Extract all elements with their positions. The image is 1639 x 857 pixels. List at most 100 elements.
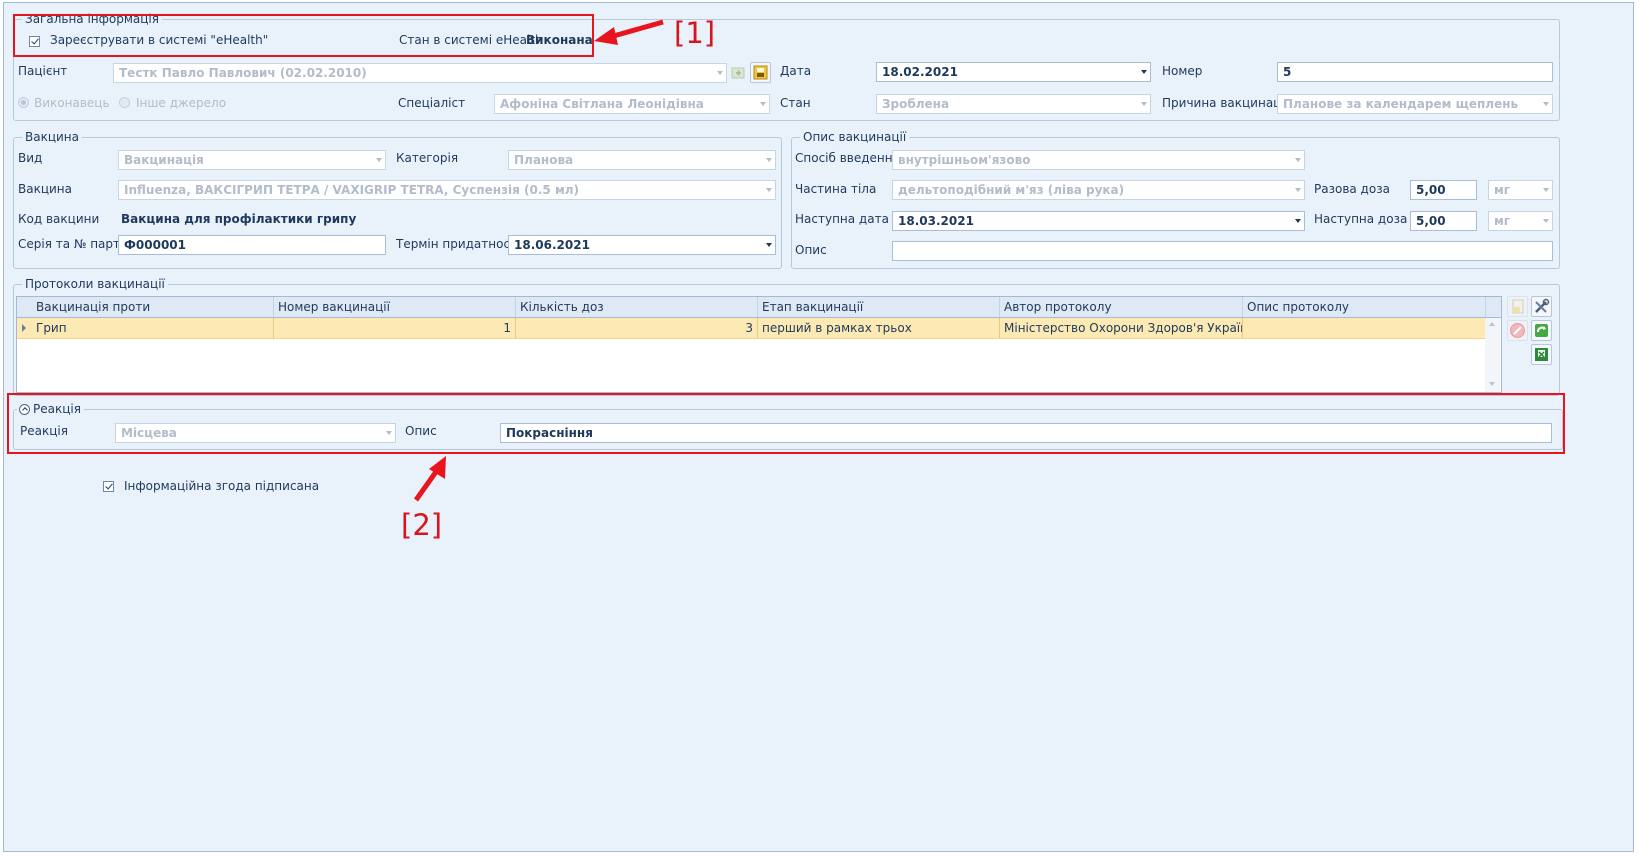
chevron-down-icon: [1543, 188, 1549, 192]
annotation-box-2: [7, 393, 1565, 454]
body-part-label: Частина тіла: [795, 182, 877, 196]
chevron-down-icon: [766, 158, 772, 162]
delete-icon: [1510, 323, 1525, 338]
date-field[interactable]: 18.02.2021: [876, 62, 1151, 82]
state-value: Зроблена: [882, 97, 950, 111]
chevron-down-icon: [1543, 102, 1549, 106]
chevron-down-icon: [1141, 70, 1147, 74]
vaccine-legend: Вакцина: [22, 130, 82, 144]
series-value: Ф000001: [124, 238, 186, 252]
annotation-arrow-1-icon: [594, 19, 664, 45]
export-sheet-icon: [1535, 348, 1548, 361]
single-dose-field[interactable]: 5,00: [1410, 180, 1477, 200]
route-value: внутрішньом'язово: [898, 153, 1031, 167]
protocol-export-button[interactable]: [1531, 344, 1552, 365]
next-dose-field[interactable]: 5,00: [1410, 211, 1477, 231]
number-label: Номер: [1162, 64, 1203, 78]
informed-consent-checkbox[interactable]: [103, 481, 114, 492]
grid-vertical-scrollbar[interactable]: [1485, 318, 1500, 392]
route-field[interactable]: внутрішньом'язово: [892, 150, 1305, 170]
column-header-vaccination-stage[interactable]: Етап вакцинації: [758, 297, 1000, 317]
protocol-refresh-button[interactable]: [1531, 320, 1552, 341]
column-header-protocol-author[interactable]: Автор протоколу: [1000, 297, 1243, 317]
state-label: Стан: [780, 96, 811, 110]
vaccination-description-legend: Опис вакцинації: [800, 130, 910, 144]
vaccine-field[interactable]: Influenza, ВАКСІГРИП ТЕТРА / VAXIGRIP TE…: [118, 180, 776, 200]
patient-label: Пацієнт: [18, 64, 68, 78]
kind-value: Вакцинація: [124, 153, 204, 167]
description-label: Опис: [795, 243, 827, 257]
column-header-protocol-description[interactable]: Опис протоколу: [1243, 297, 1486, 317]
cell-vaccination-stage: перший в рамках трьох: [758, 318, 1000, 338]
other-source-radio[interactable]: [119, 97, 130, 108]
protocols-grid-header: Вакцинація проти Номер вакцинації Кількі…: [17, 297, 1501, 318]
vaccine-code-label: Код вакцини: [18, 212, 100, 226]
reason-label: Причина вакцинації: [1162, 96, 1289, 110]
next-dose-label: Наступна доза: [1314, 212, 1408, 226]
protocol-new-button[interactable]: [1507, 296, 1528, 317]
number-value: 5: [1283, 65, 1292, 79]
chevron-down-icon: [766, 188, 772, 192]
specialist-field[interactable]: Афоніна Світлана Леонідівна: [494, 94, 770, 114]
performer-radio[interactable]: [18, 97, 29, 108]
table-row[interactable]: Грип 1 3 перший в рамках трьох Міністерс…: [17, 318, 1486, 339]
category-field[interactable]: Планова: [508, 150, 776, 170]
cell-dose-count: 3: [516, 318, 758, 338]
number-field[interactable]: 5: [1277, 62, 1553, 82]
single-dose-unit-value: мг: [1494, 183, 1511, 197]
chevron-down-icon: [1543, 219, 1549, 223]
column-header-vaccination-against[interactable]: Вакцинація проти: [32, 297, 274, 317]
expiry-field[interactable]: 18.06.2021: [508, 235, 776, 255]
kind-label: Вид: [18, 151, 43, 165]
protocol-tools-button[interactable]: [1531, 296, 1552, 317]
chevron-down-icon: [1295, 158, 1301, 162]
route-label: Спосіб введення: [795, 151, 900, 165]
reason-field[interactable]: Планове за календарем щеплень: [1277, 94, 1553, 114]
annotation-label-1: [1]: [674, 16, 716, 50]
single-dose-value: 5,00: [1416, 183, 1446, 197]
kind-field[interactable]: Вакцинація: [118, 150, 386, 170]
series-field[interactable]: Ф000001: [118, 235, 386, 255]
state-field[interactable]: Зроблена: [876, 94, 1151, 114]
column-header-dose-count[interactable]: Кількість доз: [516, 297, 758, 317]
annotation-box-1: [13, 14, 594, 57]
add-patient-icon: [731, 67, 745, 79]
series-label: Серія та № партії: [18, 237, 127, 251]
patient-value: Тестк Павло Павлович (02.02.2010): [119, 66, 367, 80]
expiry-value: 18.06.2021: [514, 238, 590, 252]
cell-protocol-author: Міністерство Охорони Здоров'я України: [1000, 318, 1243, 338]
patient-card-button[interactable]: [750, 62, 771, 83]
annotation-arrow-2-icon: [413, 456, 446, 502]
category-label: Категорія: [396, 151, 459, 165]
patient-add-button[interactable]: [728, 62, 749, 83]
column-header-vaccination-number[interactable]: Номер вакцинації: [274, 297, 516, 317]
refresh-icon: [1535, 324, 1548, 337]
scroll-up-arrow-icon[interactable]: [1489, 322, 1495, 326]
chevron-down-icon: [1295, 219, 1301, 223]
patient-field[interactable]: Тестк Павло Павлович (02.02.2010): [113, 63, 727, 83]
description-field[interactable]: [892, 241, 1553, 261]
wrench-icon: [1535, 298, 1550, 313]
next-dose-unit-value: мг: [1494, 214, 1511, 228]
body-part-field[interactable]: дельтоподібний м'яз (ліва рука): [892, 180, 1305, 200]
cell-vaccination-against: Грип: [32, 318, 274, 338]
single-dose-label: Разова доза: [1314, 182, 1390, 196]
single-dose-unit-field[interactable]: мг: [1488, 180, 1553, 200]
chevron-down-icon: [717, 71, 723, 75]
patient-card-icon: [753, 65, 768, 80]
next-dose-unit-field[interactable]: мг: [1488, 211, 1553, 231]
vaccine-code-value: Вакцина для профілактики грипу: [121, 212, 357, 226]
protocols-legend: Протоколи вакцинації: [22, 277, 168, 291]
annotation-label-2: [2]: [401, 508, 443, 542]
chevron-down-icon: [760, 102, 766, 106]
scroll-down-arrow-icon[interactable]: [1489, 382, 1495, 386]
chevron-down-icon: [766, 243, 772, 247]
expiry-label: Термін придатності: [396, 237, 521, 251]
protocol-delete-button[interactable]: [1507, 320, 1528, 341]
other-source-label: Інше джерело: [136, 96, 227, 110]
next-date-field[interactable]: 18.03.2021: [892, 211, 1305, 231]
next-date-value: 18.03.2021: [898, 214, 974, 228]
date-value: 18.02.2021: [882, 65, 958, 79]
chevron-down-icon: [376, 158, 382, 162]
row-expander-icon[interactable]: [22, 324, 26, 332]
